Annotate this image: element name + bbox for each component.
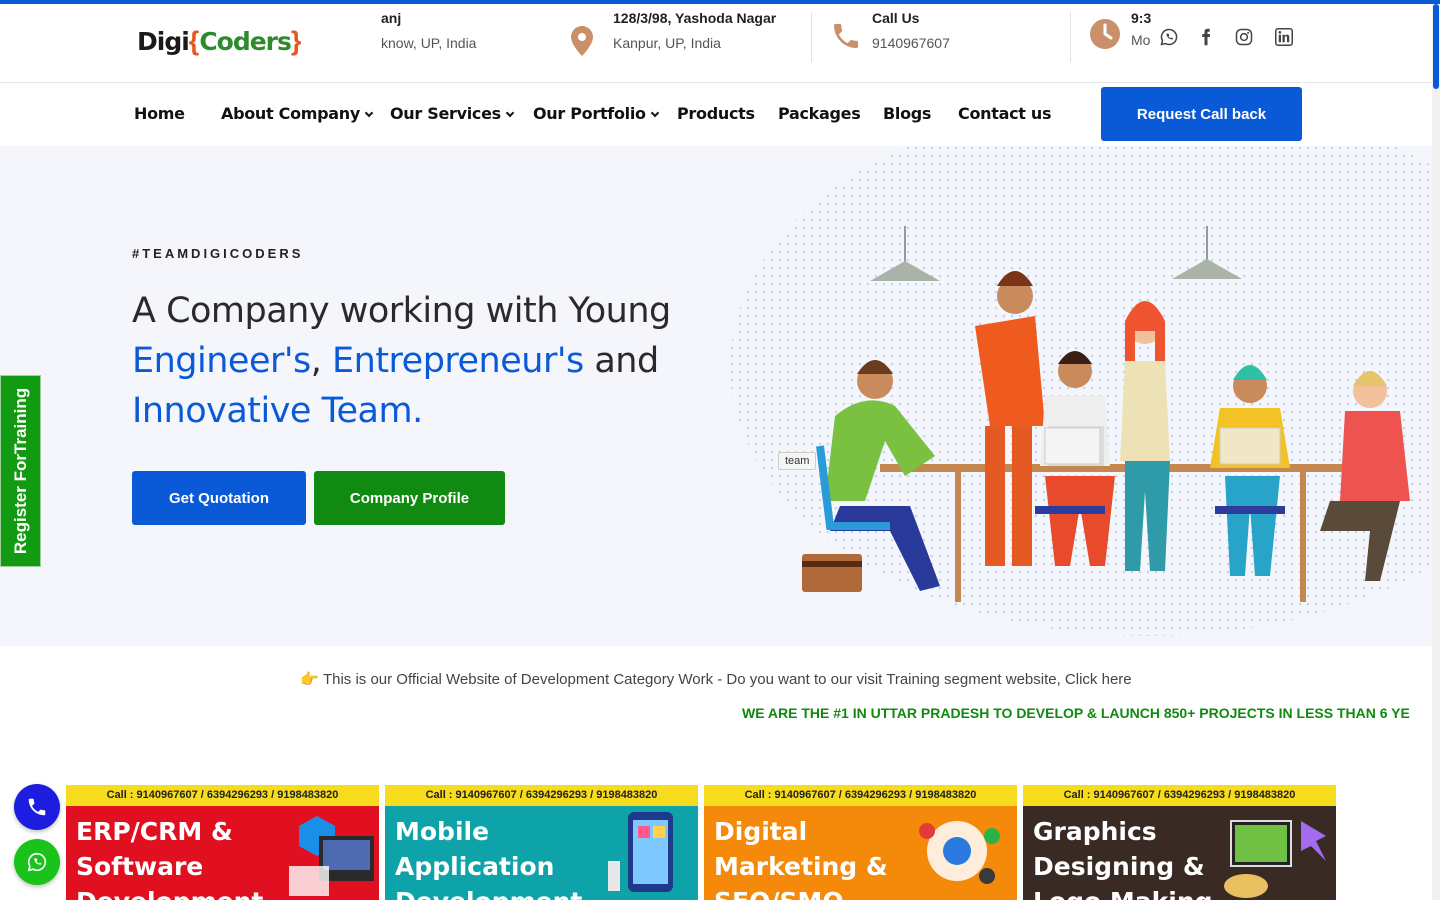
headline-innovative-team: Innovative Team. — [132, 391, 423, 431]
nav-products[interactable]: Products — [677, 104, 755, 123]
card-title: Mobile Application Development — [395, 817, 582, 900]
nav-contact-label: Contact us — [958, 104, 1052, 123]
scrollbar-thumb[interactable] — [1433, 4, 1439, 89]
register-tab-label: Register ForTraining — [10, 387, 30, 555]
whatsapp-icon — [27, 852, 47, 872]
image-tooltip: team — [778, 452, 817, 470]
hours-sub: Mo — [1131, 32, 1151, 48]
marquee-banner: WE ARE THE #1 IN UTTAR PRADESH TO DEVELO… — [742, 705, 1410, 721]
card-title: ERP/CRM & Software Development — [76, 817, 263, 900]
get-quotation-button[interactable]: Get Quotation — [132, 471, 306, 525]
card-call-bar: Call : 9140967607 / 6394296293 / 9198483… — [1023, 785, 1336, 806]
nav-home-label: Home — [134, 104, 185, 123]
address-lucknow-sub: know, UP, India — [381, 35, 477, 51]
nav-about-label: About Company — [221, 104, 361, 123]
card-call-bar: Call : 9140967607 / 6394296293 / 9198483… — [704, 785, 1017, 806]
hours-block: 9:3 Mo — [1131, 10, 1157, 48]
pointing-hand-icon: 👉 — [300, 671, 320, 688]
service-card-graphics[interactable]: Call : 9140967607 / 6394296293 / 9198483… — [1023, 785, 1336, 900]
headline-entrepreneurs: Entrepreneur's — [332, 341, 584, 381]
erp-illustration-icon — [289, 816, 374, 896]
logo-brace-open: { — [188, 26, 200, 56]
call-us-number[interactable]: 9140967607 — [872, 35, 950, 51]
training-notice[interactable]: 👉 This is our Official Website of Develo… — [0, 670, 1432, 688]
page: Digi{Coders} anj know, UP, India 128/3/9… — [0, 0, 1440, 900]
divider — [811, 12, 812, 62]
phone-icon — [28, 798, 46, 816]
company-profile-button[interactable]: Company Profile — [314, 471, 505, 525]
hero-section: #TEAMDIGICODERS A Company working with Y… — [0, 146, 1432, 646]
hours-title: 9:3 — [1131, 10, 1152, 26]
divider — [1070, 12, 1071, 62]
logo[interactable]: Digi{Coders} — [137, 26, 301, 66]
linkedin-icon[interactable] — [1273, 26, 1295, 48]
card-body: Graphics Designing & Logo Making — [1023, 806, 1336, 900]
team-illustration — [730, 146, 1432, 636]
call-us-title: Call Us — [872, 10, 920, 26]
chevron-down-icon — [505, 108, 515, 118]
nav-services-label: Our Services — [390, 104, 501, 123]
instagram-icon[interactable] — [1233, 26, 1255, 48]
mobile-app-illustration-icon — [608, 812, 673, 892]
nav-about-company[interactable]: About Company — [221, 104, 374, 123]
card-call-bar: Call : 9140967607 / 6394296293 / 9198483… — [66, 785, 379, 806]
headline-and: and — [594, 341, 659, 381]
card-title: Digital Marketing & SEO/SMO — [714, 817, 888, 900]
clock-icon — [1089, 18, 1121, 55]
call-us-block[interactable]: Call Us 9140967607 — [872, 10, 950, 51]
card-call-bar: Call : 9140967607 / 6394296293 / 9198483… — [385, 785, 698, 806]
scrollbar[interactable] — [1432, 4, 1440, 900]
address-kanpur-title: 128/3/98, Yashoda Nagar — [613, 10, 777, 26]
logo-text-coders: Coders — [199, 27, 292, 56]
chevron-down-icon — [650, 108, 659, 118]
top-info-bar: Digi{Coders} anj know, UP, India 128/3/9… — [0, 4, 1432, 83]
notice-text[interactable]: This is our Official Website of Developm… — [323, 671, 1132, 688]
nav-blogs-label: Blogs — [883, 104, 932, 123]
headline-line1: A Company working with Young — [132, 291, 671, 331]
nav-blogs[interactable]: Blogs — [883, 104, 931, 123]
card-body: ERP/CRM & Software Development — [66, 806, 379, 900]
service-card-erp[interactable]: Call : 9140967607 / 6394296293 / 9198483… — [66, 785, 379, 900]
floating-whatsapp-button[interactable] — [14, 839, 60, 885]
nav-products-label: Products — [677, 104, 755, 123]
nav-home[interactable]: Home — [134, 104, 185, 123]
location-pin-icon — [571, 26, 593, 61]
whatsapp-icon[interactable] — [1158, 26, 1180, 48]
chevron-down-icon — [364, 108, 374, 118]
nav-packages[interactable]: Packages — [778, 104, 861, 123]
service-card-digital-marketing[interactable]: Call : 9140967607 / 6394296293 / 9198483… — [704, 785, 1017, 900]
phone-icon — [830, 20, 862, 57]
headline-engineers: Engineer's — [132, 341, 311, 381]
headline-comma: , — [310, 341, 322, 381]
service-card-mobile-app[interactable]: Call : 9140967607 / 6394296293 / 9198483… — [385, 785, 698, 900]
card-body: Digital Marketing & SEO/SMO — [704, 806, 1017, 900]
address-kanpur-sub: Kanpur, UP, India — [613, 35, 721, 51]
facebook-icon[interactable] — [1195, 26, 1217, 48]
nav-portfolio-label: Our Portfolio — [533, 104, 646, 123]
nav-contact-us[interactable]: Contact us — [958, 104, 1052, 123]
graphics-illustration-icon — [1224, 820, 1326, 898]
digital-marketing-illustration-icon — [919, 821, 1000, 884]
register-for-training-tab[interactable]: Register ForTraining — [0, 375, 41, 567]
address-lucknow: anj know, UP, India — [381, 10, 476, 51]
request-call-back-button[interactable]: Request Call back — [1101, 87, 1302, 141]
address-lucknow-title: anj — [381, 10, 402, 26]
main-nav: Home About Company Our Services Our Port… — [0, 84, 1432, 146]
card-title: Graphics Designing & Logo Making — [1033, 817, 1213, 900]
address-kanpur: 128/3/98, Yashoda Nagar Kanpur, UP, Indi… — [613, 10, 793, 51]
hero-eyebrow: #TEAMDIGICODERS — [132, 246, 304, 261]
card-body: Mobile Application Development — [385, 806, 698, 900]
floating-call-button[interactable] — [14, 784, 60, 830]
hero-headline: A Company working with Young Engineer's,… — [132, 286, 732, 436]
nav-our-portfolio[interactable]: Our Portfolio — [533, 104, 659, 123]
nav-packages-label: Packages — [778, 104, 861, 123]
logo-brace-close: } — [290, 26, 302, 56]
nav-our-services[interactable]: Our Services — [390, 104, 515, 123]
logo-text-digi: Digi — [137, 27, 190, 56]
